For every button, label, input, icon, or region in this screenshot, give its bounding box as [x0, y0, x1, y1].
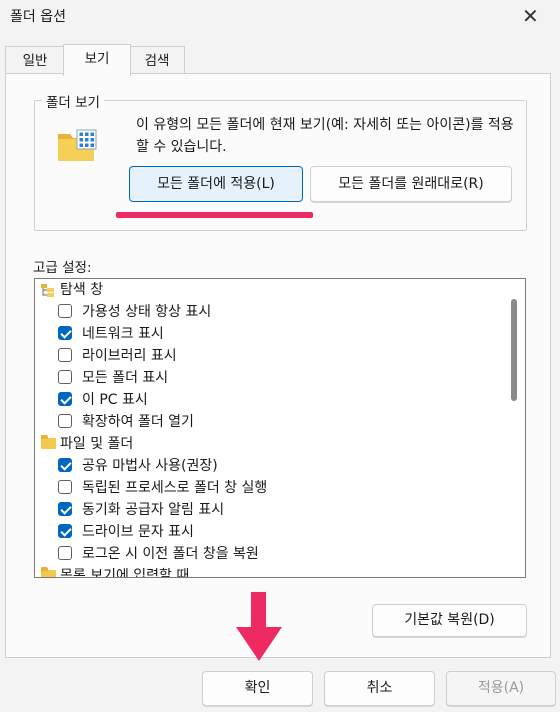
checkbox[interactable] — [58, 524, 72, 538]
list-item-label: 확장하여 폴더 열기 — [82, 414, 194, 430]
list-item-label: 탐색 창 — [60, 282, 104, 298]
checkbox[interactable] — [58, 304, 72, 318]
advanced-settings-list[interactable]: 탐색 창 가용성 상태 항상 표시 네트워크 표시 라이브러리 표시 모든 폴더… — [34, 278, 526, 578]
list-item-label: 드라이브 문자 표시 — [82, 524, 194, 540]
checkbox[interactable] — [58, 502, 72, 516]
list-item-label: 모든 폴더 표시 — [82, 370, 169, 386]
folder-icon — [41, 567, 56, 577]
navigation-pane-icon — [41, 284, 54, 297]
restore-defaults-button[interactable]: 기본값 복원(D) — [372, 604, 527, 637]
checkbox[interactable] — [58, 348, 72, 362]
apply-to-folders-button[interactable]: 모든 폴더에 적용(L) — [129, 166, 303, 202]
list-item-label: 독립된 프로세스로 폴더 창 실행 — [82, 480, 268, 496]
reset-folders-button[interactable]: 모든 폴더를 원래대로(R) — [310, 166, 512, 202]
folder-view-icon — [58, 129, 97, 161]
list-item-label: 공유 마법사 사용(권장) — [82, 458, 218, 474]
annotation-underline — [116, 212, 313, 218]
list-item-label: 로그온 시 이전 폴더 창을 복원 — [82, 546, 259, 562]
tab-search[interactable]: 검색 — [129, 46, 185, 75]
annotation-arrow-head — [236, 627, 282, 661]
checkbox[interactable] — [58, 546, 72, 560]
vertical-scrollbar-thumb[interactable] — [511, 299, 517, 401]
list-item-label: 가용성 상태 항상 표시 — [82, 304, 212, 320]
checkbox[interactable] — [58, 326, 72, 340]
ok-button[interactable]: 확인 — [202, 671, 313, 706]
checkbox[interactable] — [58, 392, 72, 406]
list-item-label: 이 PC 표시 — [82, 392, 148, 408]
tab-view[interactable]: 보기 — [63, 44, 131, 76]
list-item-label: 동기화 공급자 알림 표시 — [82, 502, 225, 518]
folder-view-group-label: 폴더 보기 — [42, 91, 104, 111]
list-item-label: 목록 보기에 입력할 때 — [60, 568, 190, 578]
annotation-arrow — [251, 592, 266, 630]
folder-icon — [41, 435, 56, 449]
cancel-button[interactable]: 취소 — [324, 671, 435, 706]
window-title: 폴더 옵션 — [10, 9, 66, 25]
checkbox[interactable] — [58, 370, 72, 384]
checkbox[interactable] — [58, 458, 72, 472]
list-item-label: 파일 및 폴더 — [60, 436, 134, 452]
checkbox[interactable] — [58, 480, 72, 494]
tab-general[interactable]: 일반 — [5, 46, 65, 75]
apply-button[interactable]: 적용(A) — [446, 671, 556, 706]
list-item-label: 네트워크 표시 — [82, 326, 164, 342]
list-item-label: 라이브러리 표시 — [82, 348, 177, 364]
close-icon[interactable]: ✕ — [522, 4, 539, 28]
checkbox[interactable] — [58, 414, 72, 428]
advanced-settings-label: 고급 설정: — [33, 260, 92, 276]
folder-view-description: 이 유형의 모든 폴더에 현재 보기(예: 자세히 또는 아이콘)를 적용할 수… — [136, 117, 514, 155]
view-tab-panel: 폴더 보기 이 유형의 모든 폴더에 현재 보기(예: 자세히 또는 아이콘)를… — [5, 73, 551, 658]
